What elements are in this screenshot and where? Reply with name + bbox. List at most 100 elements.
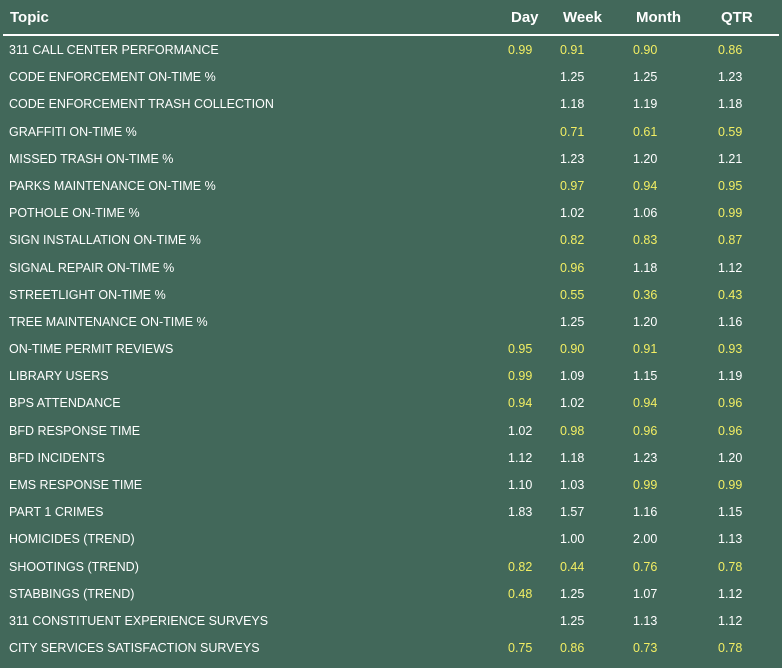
row-week-value: 1.18 [560, 97, 585, 112]
row-week-value: 0.44 [560, 559, 585, 574]
row-qtr-value: 1.21 [718, 151, 743, 166]
row-qtr-value: 0.43 [718, 287, 743, 302]
row-day-value: 0.75 [508, 641, 533, 656]
row-month-value: 0.61 [633, 124, 658, 139]
row-week-value: 1.09 [560, 369, 585, 384]
table-row[interactable]: 311 CONSTITUENT EXPERIENCE SURVEYS 1.25 1.… [0, 608, 782, 635]
row-qtr-value: 1.19 [718, 369, 743, 384]
row-topic[interactable]: PART 1 CRIMES [9, 499, 103, 526]
row-day-value: 0.48 [508, 586, 533, 601]
row-topic[interactable]: STREETLIGHT ON-TIME % [9, 282, 166, 309]
table-row[interactable]: SHOOTINGS (TREND) 0.82 0.44 0.76 0.78 [0, 554, 782, 581]
column-header-topic[interactable]: Topic [10, 9, 49, 26]
table-row[interactable]: GRAFFITI ON-TIME % 0.71 0.61 0.59 [0, 119, 782, 146]
row-week-value: 1.23 [560, 151, 585, 166]
table-row[interactable]: SIGNAL REPAIR ON-TIME % 0.96 1.18 1.12 [0, 255, 782, 282]
table-row[interactable]: ON-TIME PERMIT REVIEWS 0.95 0.90 0.91 0.93 [0, 336, 782, 363]
row-qtr-value: 0.96 [718, 396, 743, 411]
table-row[interactable]: HOMICIDES (TREND) 1.00 2.00 1.13 [0, 526, 782, 553]
row-month-value: 1.19 [633, 97, 658, 112]
row-week-value: 0.91 [560, 43, 585, 57]
column-header-week[interactable]: Week [563, 9, 602, 26]
table-row[interactable]: STABBINGS (TREND) 0.48 1.25 1.07 1.12 [0, 581, 782, 608]
row-topic[interactable]: SIGN INSTALLATION ON-TIME % [9, 227, 201, 254]
row-topic[interactable]: SHOOTINGS (TREND) [9, 554, 139, 581]
row-week-value: 1.18 [560, 450, 585, 465]
table-row[interactable]: CITY SERVICES SATISFACTION SURVEYS 0.75 0.… [0, 635, 782, 662]
table-row[interactable]: STREETLIGHT ON-TIME % 0.55 0.36 0.43 [0, 282, 782, 309]
row-qtr-value: 0.86 [718, 43, 743, 57]
column-header-day[interactable]: Day [511, 9, 539, 26]
table-row[interactable]: LIBRARY USERS 0.99 1.09 1.15 1.19 [0, 363, 782, 390]
row-topic[interactable]: CODE ENFORCEMENT ON-TIME % [9, 64, 216, 91]
table-row[interactable]: CODE ENFORCEMENT ON-TIME % 1.25 1.25 1.23 [0, 64, 782, 91]
row-month-value: 1.16 [633, 505, 658, 520]
row-topic[interactable]: BPS ATTENDANCE [9, 390, 121, 417]
table-row[interactable]: PARKS MAINTENANCE ON-TIME % 0.97 0.94 0.95 [0, 173, 782, 200]
row-topic[interactable]: MISSED TRASH ON-TIME % [9, 146, 173, 173]
row-day-value: 0.99 [508, 43, 533, 57]
row-month-value: 1.25 [633, 70, 658, 85]
table-row[interactable]: PART 1 CRIMES 1.83 1.57 1.16 1.15 [0, 499, 782, 526]
row-week-value: 0.71 [560, 124, 585, 139]
row-topic[interactable]: SIGNAL REPAIR ON-TIME % [9, 255, 174, 282]
table-row[interactable]: 311 CALL CENTER PERFORMANCE 0.99 0.91 0.90 0… [0, 37, 782, 64]
table-row[interactable]: BPS ATTENDANCE 0.94 1.02 0.94 0.96 [0, 390, 782, 417]
table-row[interactable]: CODE ENFORCEMENT TRASH COLLECTION 1.18 1.1… [0, 91, 782, 118]
row-week-value: 0.96 [560, 260, 585, 275]
row-month-value: 0.36 [633, 287, 658, 302]
row-month-value: 0.76 [633, 559, 658, 574]
row-topic[interactable]: CITY SERVICES SATISFACTION SURVEYS [9, 635, 260, 662]
row-topic[interactable]: STABBINGS (TREND) [9, 581, 134, 608]
row-month-value: 0.96 [633, 423, 658, 438]
row-week-value: 0.86 [560, 641, 585, 656]
row-month-value: 0.99 [633, 478, 658, 492]
table-row[interactable]: BFD INCIDENTS 1.12 1.18 1.23 1.20 [0, 445, 782, 472]
row-month-value: 0.94 [633, 178, 658, 193]
row-topic[interactable]: EMS RESPONSE TIME [9, 472, 142, 499]
table-row[interactable]: TREE MAINTENANCE ON-TIME % 1.25 1.20 1.16 [0, 309, 782, 336]
row-day-value: 0.82 [508, 559, 533, 574]
row-qtr-value: 0.78 [718, 559, 743, 574]
row-month-value: 0.91 [633, 342, 658, 357]
table-row[interactable]: EMS RESPONSE TIME 1.10 1.03 0.99 0.99 [0, 472, 782, 499]
row-day-value: 1.83 [508, 505, 533, 520]
table-row[interactable]: SIGN INSTALLATION ON-TIME % 0.82 0.83 0.87 [0, 227, 782, 254]
row-day-value: 1.12 [508, 450, 533, 465]
row-topic[interactable]: PARKS MAINTENANCE ON-TIME % [9, 173, 216, 200]
row-qtr-value: 0.93 [718, 342, 743, 357]
row-week-value: 1.02 [560, 206, 585, 221]
row-topic[interactable]: BFD RESPONSE TIME [9, 418, 140, 445]
row-month-value: 1.15 [633, 369, 658, 384]
row-week-value: 0.90 [560, 342, 585, 357]
row-day-value: 1.10 [508, 478, 533, 492]
row-topic[interactable]: CODE ENFORCEMENT TRASH COLLECTION [9, 91, 274, 118]
row-qtr-value: 1.23 [718, 70, 743, 85]
row-topic[interactable]: 311 CALL CENTER PERFORMANCE [9, 37, 219, 64]
row-week-value: 1.25 [560, 314, 585, 329]
row-topic[interactable]: BFD INCIDENTS [9, 445, 105, 472]
table-row[interactable]: BFD RESPONSE TIME 1.02 0.98 0.96 0.96 [0, 418, 782, 445]
row-qtr-value: 1.16 [718, 314, 743, 329]
row-topic[interactable]: LIBRARY USERS [9, 363, 109, 390]
row-month-value: 1.18 [633, 260, 658, 275]
column-header-month[interactable]: Month [636, 9, 681, 26]
table-row[interactable]: POTHOLE ON-TIME % 1.02 1.06 0.99 [0, 200, 782, 227]
row-qtr-value: 1.12 [718, 260, 743, 275]
row-month-value: 0.83 [633, 233, 658, 248]
row-topic[interactable]: POTHOLE ON-TIME % [9, 200, 140, 227]
row-topic[interactable]: TREE MAINTENANCE ON-TIME % [9, 309, 208, 336]
table-row[interactable]: MISSED TRASH ON-TIME % 1.23 1.20 1.21 [0, 146, 782, 173]
row-topic[interactable]: 311 CONSTITUENT EXPERIENCE SURVEYS [9, 608, 268, 635]
row-qtr-value: 0.99 [718, 206, 743, 221]
column-header-qtr[interactable]: QTR [721, 9, 753, 26]
row-topic[interactable]: GRAFFITI ON-TIME % [9, 119, 137, 146]
row-qtr-value: 1.18 [718, 97, 743, 112]
row-month-value: 1.13 [633, 613, 658, 628]
row-week-value: 1.25 [560, 70, 585, 85]
row-month-value: 2.00 [633, 532, 658, 547]
table-header: Topic Day Week Month QTR [3, 0, 779, 36]
row-topic[interactable]: HOMICIDES (TREND) [9, 526, 135, 553]
row-week-value: 1.25 [560, 586, 585, 601]
row-topic[interactable]: ON-TIME PERMIT REVIEWS [9, 336, 173, 363]
